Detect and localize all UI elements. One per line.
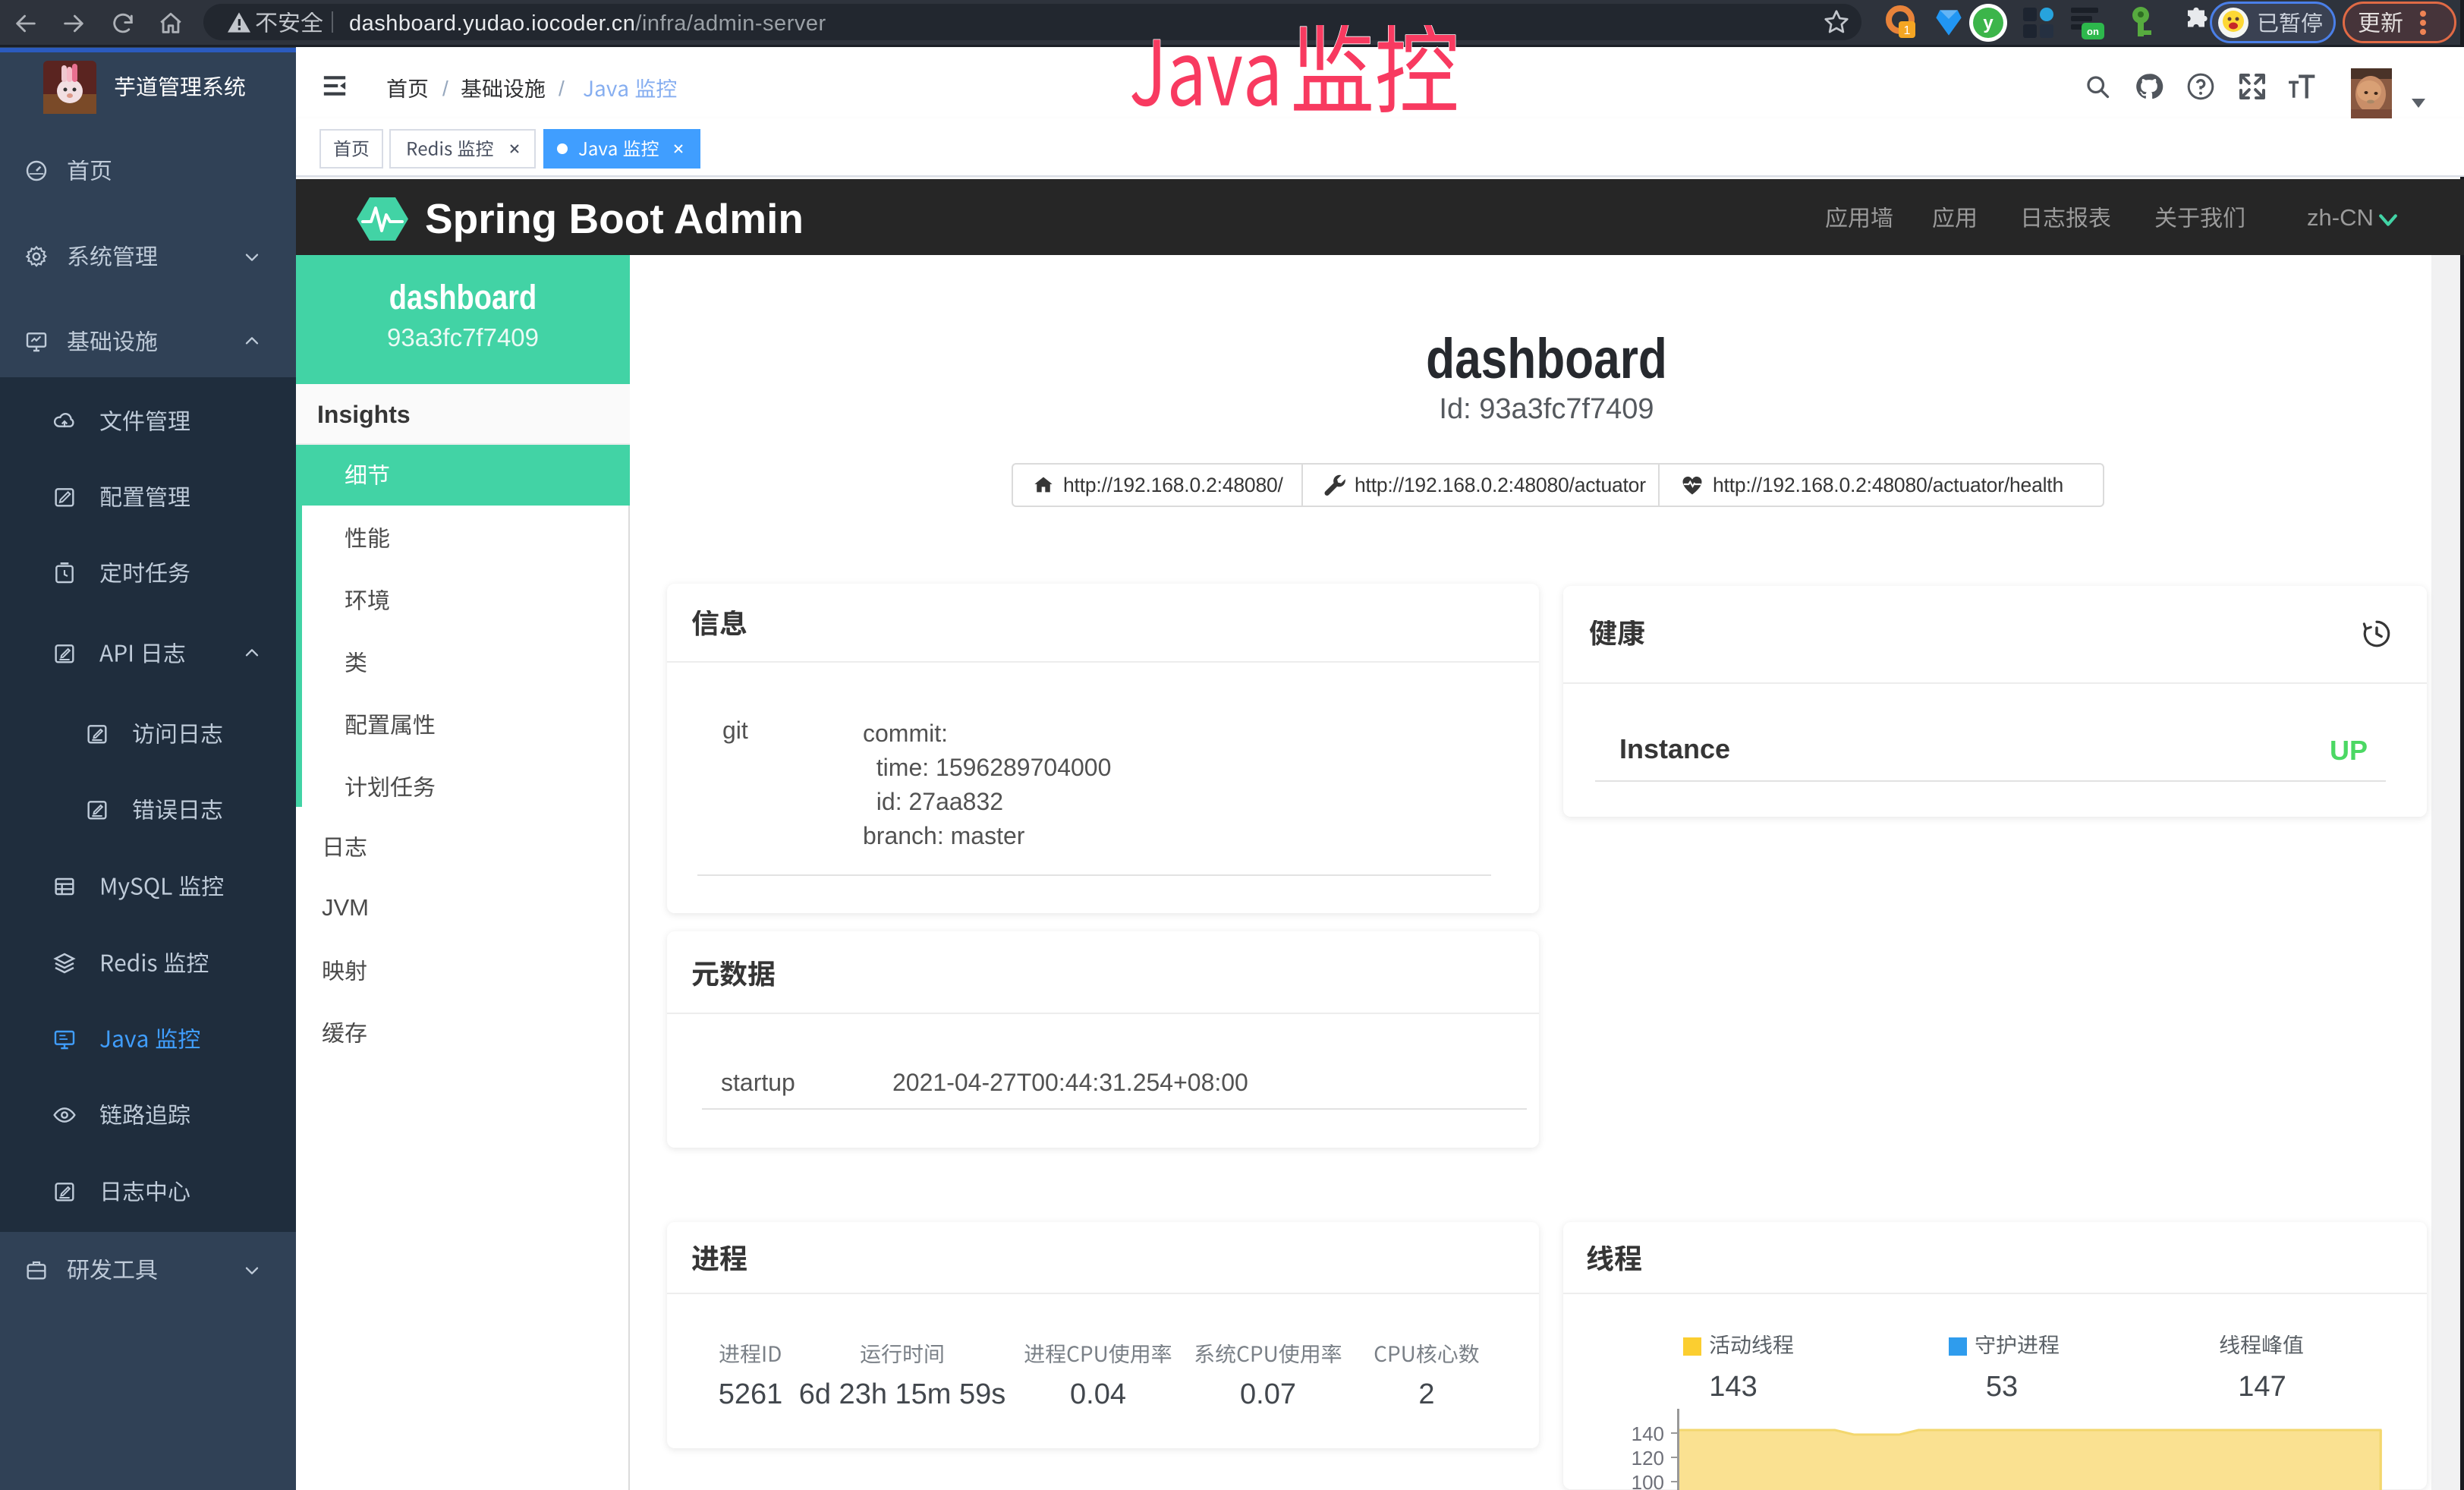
- svg-text:on: on: [2087, 26, 2099, 37]
- svg-text:1: 1: [1904, 24, 1911, 37]
- svg-text:y: y: [1983, 13, 1994, 33]
